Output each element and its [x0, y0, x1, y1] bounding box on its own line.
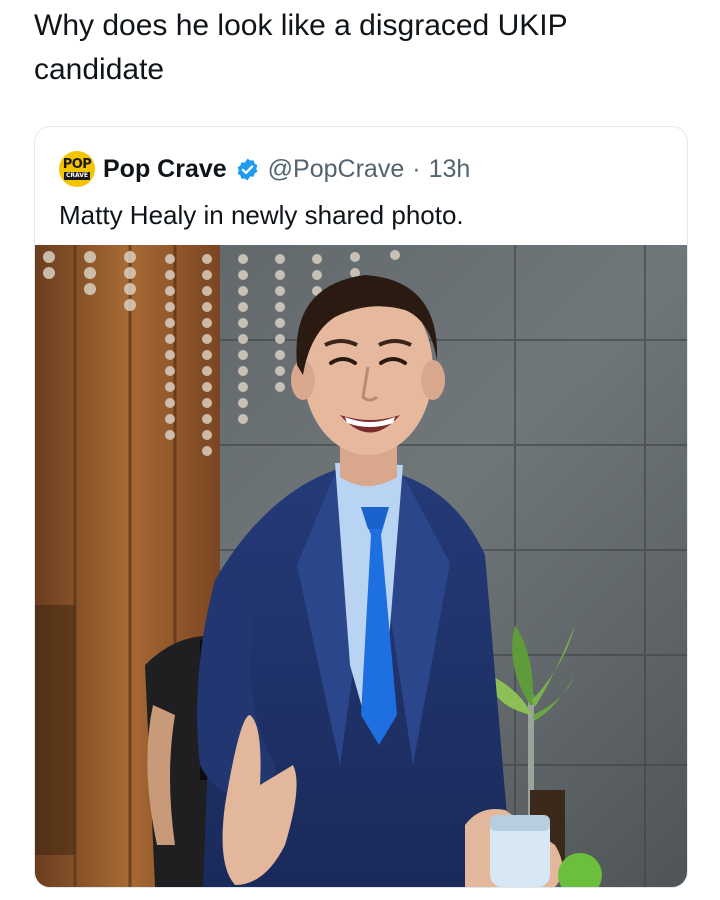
avatar[interactable]: POP CRAVE	[59, 151, 95, 187]
post-caption: Why does he look like a disgraced UKIP c…	[34, 9, 568, 86]
quoted-tweet-card[interactable]: POP CRAVE Pop Crave @PopCrave · 13h Matt…	[34, 126, 688, 888]
verified-badge-icon	[237, 158, 258, 180]
avatar-logo-text: POP	[62, 157, 92, 172]
meme-post: Why does he look like a disgraced UKIP c…	[0, 0, 720, 900]
photo-illustration	[35, 245, 687, 887]
tweet-header: POP CRAVE Pop Crave @PopCrave · 13h	[59, 149, 470, 189]
tweet-display-name[interactable]: Pop Crave	[103, 155, 227, 184]
avatar-logo-subtext: CRAVE	[63, 172, 90, 180]
tweet-handle[interactable]: @PopCrave	[268, 155, 405, 184]
tweet-photo[interactable]	[35, 245, 687, 887]
tweet-text: Matty Healy in newly shared photo.	[59, 200, 464, 230]
tweet-meta-separator: ·	[412, 154, 421, 183]
tweet-timestamp[interactable]: 13h	[429, 155, 471, 184]
